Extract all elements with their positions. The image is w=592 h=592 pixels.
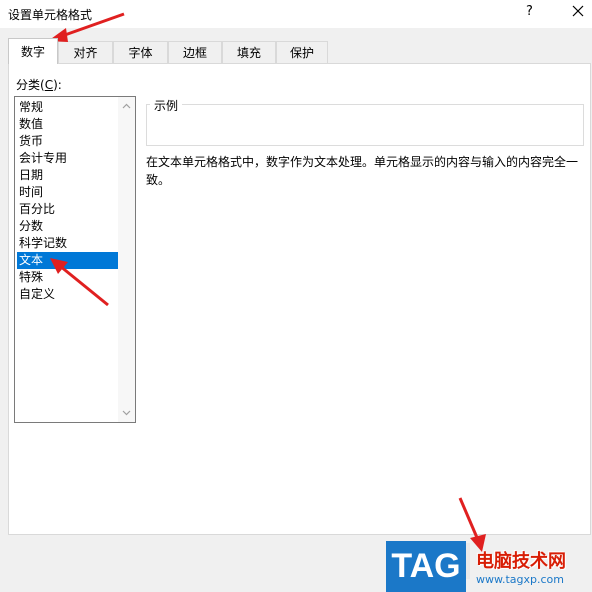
list-item-general[interactable]: 常规 — [17, 99, 120, 116]
tab-alignment[interactable]: 对齐 — [58, 41, 113, 63]
list-item-text[interactable]: 文本 — [17, 252, 120, 269]
watermark-logo: TAG 电脑技术网 www.tagxp.com — [386, 541, 592, 592]
list-scrollbar[interactable] — [118, 97, 135, 422]
tab-number[interactable]: 数字 — [8, 38, 58, 64]
list-item-percentage[interactable]: 百分比 — [17, 201, 120, 218]
dialog-title: 设置单元格格式 — [8, 8, 93, 22]
sample-legend: 示例 — [150, 97, 183, 114]
format-description: 在文本单元格格式中，数字作为文本处理。单元格显示的内容与输入的内容完全一致。 — [146, 155, 579, 187]
close-button[interactable] — [566, 0, 590, 24]
help-button[interactable]: ? — [526, 4, 533, 19]
tab-font[interactable]: 字体 — [113, 41, 168, 63]
watermark-tag-text: TAG — [391, 547, 461, 585]
tab-border[interactable]: 边框 — [168, 41, 222, 63]
scroll-down-icon[interactable] — [121, 407, 132, 418]
list-item-special[interactable]: 特殊 — [17, 269, 120, 286]
list-item-fraction[interactable]: 分数 — [17, 218, 120, 235]
list-item-time[interactable]: 时间 — [17, 184, 120, 201]
list-item-date[interactable]: 日期 — [17, 167, 120, 184]
title-bar: 设置单元格格式 ? — [0, 0, 592, 28]
tab-protection[interactable]: 保护 — [276, 41, 328, 63]
scroll-up-icon[interactable] — [121, 101, 132, 112]
list-item-number[interactable]: 数值 — [17, 116, 120, 133]
watermark-site-name: 电脑技术网 — [476, 551, 566, 572]
list-item-scientific[interactable]: 科学记数 — [17, 235, 120, 252]
list-item-accounting[interactable]: 会计专用 — [17, 150, 120, 167]
category-list[interactable]: 常规 数值 货币 会计专用 日期 时间 百分比 分数 科学记数 文本 特殊 自定… — [14, 96, 136, 423]
category-label: 分类(C): — [16, 78, 62, 92]
tab-fill[interactable]: 填充 — [222, 41, 276, 63]
watermark-url: www.tagxp.com — [476, 573, 564, 586]
list-item-custom[interactable]: 自定义 — [17, 286, 120, 303]
close-icon — [572, 5, 584, 17]
list-item-currency[interactable]: 货币 — [17, 133, 120, 150]
tab-strip: 数字 对齐 字体 边框 填充 保护 — [0, 32, 592, 64]
sample-box — [146, 104, 584, 146]
